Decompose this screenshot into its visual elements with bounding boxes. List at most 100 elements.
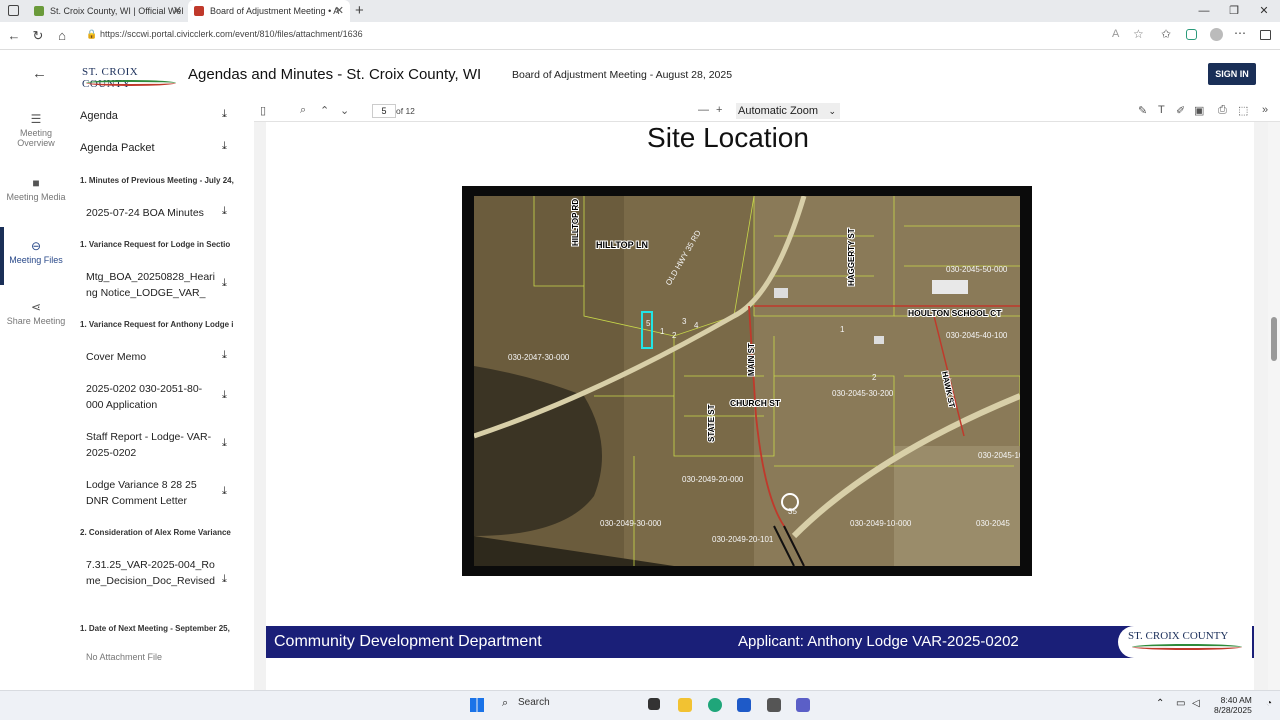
file-hearing-notice[interactable]: Mtg_BOA_20250828_Hearing Notice_LODGE_VA… — [72, 269, 246, 301]
zoom-select[interactable]: Automatic Zoom ⌄ — [736, 103, 840, 119]
road-label-hilltop-ln: HILLTOP LN — [596, 240, 648, 250]
rail-share-meeting[interactable]: ⋖ Share Meeting — [0, 300, 72, 326]
tab-title: Board of Adjustment Meeting • A — [210, 6, 340, 16]
restore-icon[interactable]: ❐ — [1218, 0, 1250, 22]
sign-in-button[interactable]: SIGN IN — [1208, 63, 1256, 85]
print-icon[interactable]: ⎙ — [1218, 104, 1227, 117]
next-page-icon[interactable]: ⌄ — [340, 104, 349, 117]
profile-avatar[interactable] — [1210, 28, 1223, 41]
file-label: Cover Memo — [86, 351, 147, 363]
search-icon[interactable]: ⌕ — [300, 104, 306, 117]
close-tab-icon[interactable]: ✕ — [335, 0, 344, 22]
draw-icon[interactable]: ✐ — [1176, 104, 1185, 117]
download-icon[interactable]: ⤓ — [222, 108, 227, 121]
notification-icon[interactable]: ◔ — [1266, 698, 1272, 709]
reload-icon[interactable]: ↻ — [28, 26, 48, 46]
civicclerk-favicon-icon — [194, 6, 204, 16]
pdf-toolbar: ▯ ⌕ ⌃ ⌄ 5 of 12 — + Automatic Zoom ⌄ ✎ T… — [254, 100, 1280, 122]
more-tools-icon[interactable]: » — [1262, 104, 1268, 116]
tab-title: St. Croix County, WI | Official Wel — [50, 6, 184, 16]
list-icon: ☰ — [30, 112, 42, 126]
file-minutes[interactable]: 2025-07-24 BOA Minutes ⤓ — [72, 205, 246, 221]
parcel-label: 030-2045-50-000 — [946, 265, 1008, 274]
lock-icon[interactable]: 🔒 — [86, 29, 97, 40]
camera-icon[interactable] — [767, 698, 781, 712]
download-icon[interactable]: ⤓ — [222, 437, 227, 450]
site-header: ← ST. CROIX COUNTY Agendas and Minutes -… — [0, 50, 1280, 100]
tab-actions-icon[interactable] — [8, 5, 19, 16]
download-icon[interactable]: ⤓ — [222, 573, 227, 586]
rail-meeting-overview[interactable]: ☰ Meeting Overview — [0, 112, 72, 148]
rail-meeting-media[interactable]: ■ Meeting Media — [0, 176, 72, 202]
store-icon[interactable] — [737, 698, 751, 712]
file-explorer-icon[interactable] — [648, 698, 660, 710]
file-agenda[interactable]: Agenda ⤓ — [72, 108, 246, 124]
pdf-viewer[interactable]: Site Location HILLTOP LN HILLTOP RD HAGG… — [254, 122, 1268, 690]
edge-icon[interactable] — [708, 698, 722, 712]
start-icon[interactable] — [470, 698, 484, 712]
zoom-out-icon[interactable]: — — [698, 104, 709, 116]
parcel-label: 030-2049-20-000 — [682, 475, 744, 484]
county-logo[interactable]: ST. CROIX COUNTY — [82, 66, 178, 90]
back-icon[interactable]: ← — [4, 26, 24, 46]
rail-label: Share Meeting — [6, 316, 66, 326]
volume-icon[interactable]: ◁ — [1192, 698, 1200, 709]
image-icon[interactable]: ▣ — [1194, 104, 1204, 117]
highlight-icon[interactable]: ✎ — [1138, 104, 1147, 117]
file-rome-decision[interactable]: 7.31.25_VAR-2025-004_Rome_Decision_Doc_R… — [72, 557, 246, 605]
pdf-page: Site Location HILLTOP LN HILLTOP RD HAGG… — [266, 122, 1254, 690]
browser-tab-board[interactable]: Board of Adjustment Meeting • A ✕ — [188, 0, 350, 22]
window-close-icon[interactable]: ✕ — [1248, 0, 1280, 22]
zoom-in-icon[interactable]: + — [716, 104, 722, 116]
clock[interactable]: 8:40 AM 8/28/2025 — [1214, 695, 1252, 715]
download-icon[interactable]: ⤓ — [222, 205, 227, 218]
read-aloud-icon[interactable]: A — [1112, 28, 1119, 40]
file-application[interactable]: 2025-0202 030-2051-80-000 Application ⤓ — [72, 381, 246, 413]
sidebar-toggle-icon[interactable] — [1260, 30, 1271, 40]
taskbar-search[interactable]: Search — [518, 697, 550, 708]
tray-chevron-icon[interactable]: ⌃ — [1156, 698, 1164, 709]
taskbar-search-icon[interactable]: ⌕ — [502, 697, 508, 710]
minimize-icon[interactable]: — — [1188, 0, 1220, 22]
file-dnr-letter[interactable]: Lodge Variance 8 28 25 DNR Comment Lette… — [72, 477, 246, 509]
text-tool-icon[interactable]: T — [1158, 104, 1165, 116]
download-icon[interactable]: ⤓ — [222, 485, 227, 498]
network-icon[interactable]: ▭ — [1176, 698, 1185, 709]
parcel-label: 030-2045-40-100 — [946, 331, 1008, 340]
more-menu-icon[interactable]: ⋯ — [1234, 26, 1246, 40]
page-number-input[interactable]: 5 — [372, 104, 396, 118]
file-label: 2025-07-24 BOA Minutes — [86, 207, 204, 219]
scrollbar-thumb[interactable] — [1271, 317, 1277, 361]
teams-icon[interactable] — [796, 698, 810, 712]
road-label-haggerty-st: HAGGERTY ST — [847, 228, 856, 286]
download-icon[interactable]: ⤓ — [222, 140, 227, 153]
no-attachment-text: No Attachment File — [86, 652, 163, 662]
download-icon[interactable]: ⤓ — [222, 277, 227, 290]
road-label-state-st: STATE ST — [707, 404, 716, 442]
download-icon[interactable]: ⤓ — [222, 349, 227, 362]
address-bar: ← ↻ ⌂ 🔒 https://sccwi.portal.civicclerk.… — [0, 22, 1280, 50]
file-cover-memo[interactable]: Cover Memo ⤓ — [72, 349, 246, 365]
previous-page-icon[interactable]: ⌃ — [320, 104, 329, 117]
back-arrow-icon[interactable]: ← — [32, 65, 47, 82]
home-icon[interactable]: ⌂ — [52, 26, 72, 46]
save-icon[interactable]: ⬚ — [1238, 104, 1248, 117]
download-icon[interactable]: ⤓ — [222, 389, 227, 402]
sidebar-toggle-icon[interactable]: ▯ — [260, 104, 266, 117]
rail-meeting-files[interactable]: ⊖ Meeting Files — [0, 239, 72, 265]
section-heading: 1. Variance Request for Lodge in Sectio — [80, 240, 231, 249]
rail-label: Meeting Overview — [17, 128, 55, 148]
close-tab-icon[interactable]: ✕ — [173, 0, 182, 22]
folder-icon[interactable] — [678, 698, 692, 712]
extension-icon[interactable] — [1186, 29, 1197, 40]
pdf-scrollbar[interactable] — [1268, 122, 1280, 690]
new-tab-icon[interactable]: + — [355, 2, 364, 19]
windows-taskbar: ⌕ Search ⌃ ▭ ◁ 8:40 AM 8/28/2025 ◔ — [0, 690, 1280, 720]
url-field[interactable]: https://sccwi.portal.civicclerk.com/even… — [100, 29, 363, 39]
file-agenda-packet[interactable]: Agenda Packet ⤓ — [72, 140, 246, 156]
favorite-star-icon[interactable]: ☆ — [1133, 27, 1144, 41]
browser-tab-county[interactable]: St. Croix County, WI | Official Wel ✕ — [28, 0, 188, 22]
file-staff-report[interactable]: Staff Report - Lodge- VAR-2025-0202 ⤓ — [72, 429, 246, 461]
favorites-icon[interactable]: ✩ — [1161, 27, 1171, 41]
rail-label: Meeting Media — [6, 192, 66, 202]
